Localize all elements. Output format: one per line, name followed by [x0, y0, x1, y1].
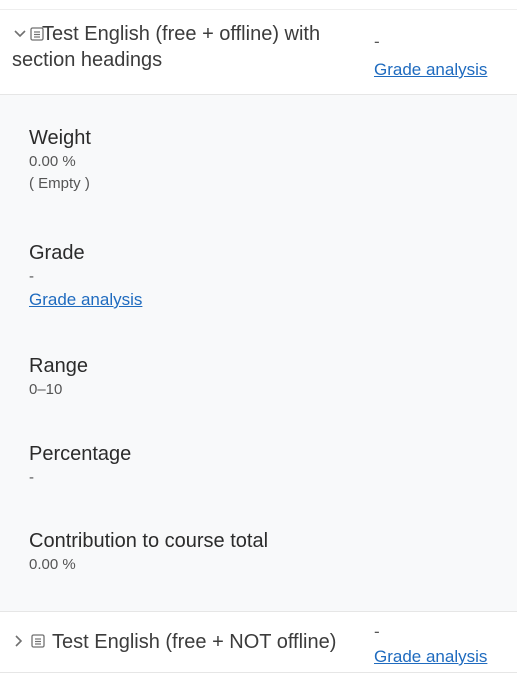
weight-note: ( Empty )	[29, 175, 90, 192]
grade-item-details: Weight 0.00 % ( Empty ) Grade - Grade an…	[0, 95, 517, 611]
grade-field: Grade - Grade analysis	[29, 240, 142, 312]
percentage-label: Percentage	[29, 443, 132, 465]
grade-field-value: -	[29, 268, 34, 285]
range-value: 0–10	[29, 381, 63, 398]
grade-item-row: Test English (free + offline) with secti…	[0, 9, 517, 95]
contribution-value: 0.00 %	[29, 556, 76, 573]
contribution-label: Contribution to course total	[29, 530, 269, 552]
grade-item-title[interactable]: Test English (free + NOT offline)	[52, 629, 336, 655]
grade-label: Grade	[29, 242, 85, 264]
weight-value: 0.00 %	[29, 153, 76, 170]
grade-value: -	[374, 32, 380, 51]
weight-field: Weight 0.00 % ( Empty )	[29, 125, 91, 195]
weight-label: Weight	[29, 127, 91, 149]
range-field: Range 0–10	[29, 353, 88, 401]
grade-analysis-link[interactable]: Grade analysis	[374, 647, 487, 667]
grade-item-title[interactable]: Test English (free + offline) with secti…	[12, 21, 367, 73]
grade-analysis-link[interactable]: Grade analysis	[29, 290, 142, 309]
grade-analysis-link[interactable]: Grade analysis	[374, 60, 487, 80]
grade-item-row: Test English (free + NOT offline) - Grad…	[0, 611, 517, 673]
chevron-right-icon[interactable]	[12, 634, 26, 648]
percentage-field: Percentage -	[29, 441, 131, 489]
quiz-icon	[31, 634, 45, 648]
percentage-value: -	[29, 469, 34, 486]
grade-value: -	[374, 622, 380, 641]
range-label: Range	[29, 355, 88, 377]
contribution-field: Contribution to course total 0.00 %	[29, 528, 268, 576]
